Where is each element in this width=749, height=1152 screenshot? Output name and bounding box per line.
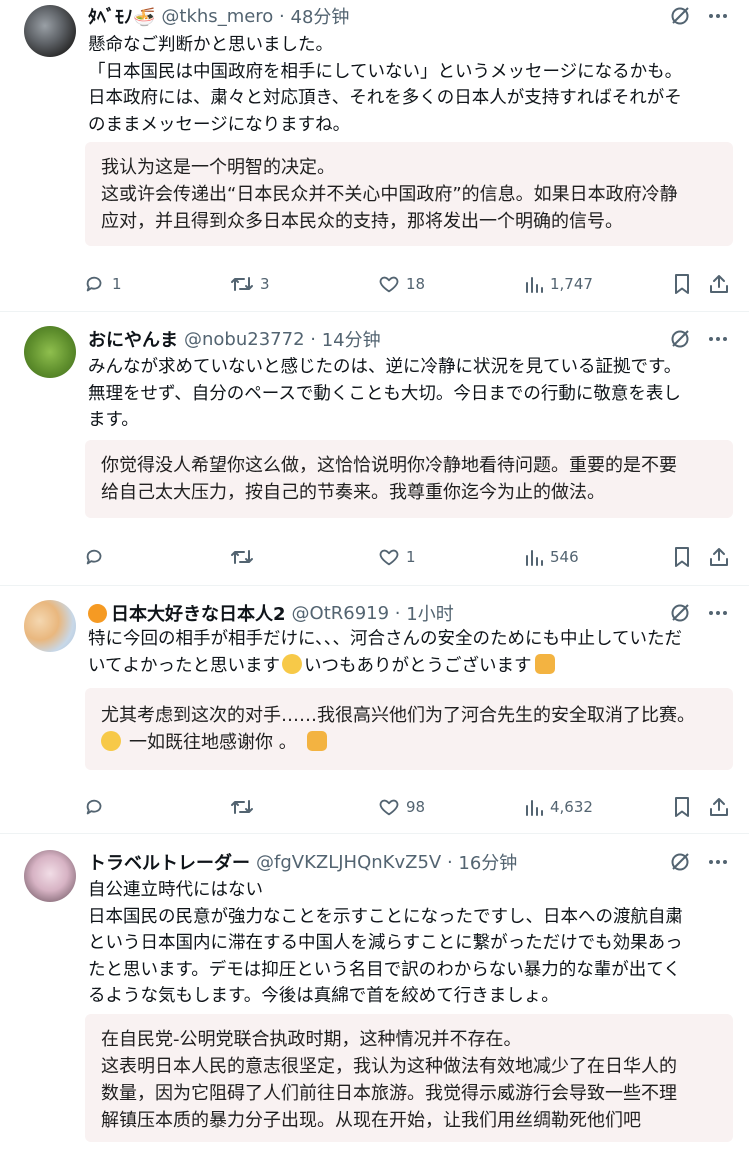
translation-box: 你觉得没人希望你这么做，这恰恰说明你冷静地看待问题。重要的是不要 给自己太大压力… — [85, 440, 733, 518]
folded-hands-emoji — [306, 731, 327, 751]
view-count: 1,747 — [550, 275, 593, 293]
like-count: 1 — [406, 548, 416, 566]
view-count: 4,632 — [550, 798, 593, 816]
retweet-button[interactable] — [230, 546, 254, 568]
grok-icon[interactable] — [669, 328, 691, 350]
retweet-icon — [231, 277, 253, 291]
bookmark-button[interactable] — [672, 273, 692, 295]
timestamp[interactable]: 16分钟 — [458, 849, 517, 875]
avatar[interactable] — [24, 326, 76, 378]
share-icon — [710, 548, 728, 566]
more-options-icon[interactable] — [707, 5, 729, 27]
avatar[interactable] — [24, 850, 76, 902]
tweet-card[interactable]: 日本大好きな日本人2 @OtR6919 · 1小时 特に今回の相手が相手だけに、… — [0, 586, 749, 834]
avatar[interactable] — [24, 5, 76, 57]
retweet-button[interactable]: 3 — [230, 273, 270, 295]
views-button[interactable]: 4,632 — [524, 797, 593, 817]
translation-box: 我认为这是一个明智的决定。 这或许会传递出“日本民众并不关心中国政府”的信息。如… — [85, 142, 733, 246]
share-icon — [710, 275, 728, 293]
share-button[interactable] — [708, 273, 730, 295]
retweet-count: 3 — [260, 275, 270, 293]
separator-dot: · — [441, 851, 459, 873]
bookmark-icon — [675, 797, 689, 817]
translation-box: 尤其考虑到这次的对手……我很高兴他们为了河合先生的安全取消了比赛。 一如既往地感… — [85, 688, 733, 770]
display-name[interactable]: トラベルトレーダー — [88, 849, 250, 875]
like-button[interactable]: 98 — [378, 796, 425, 818]
tweet-text: 懸命なご判断かと思いました。 「日本国民は中国政府を相手にしていない」というメッ… — [88, 35, 683, 135]
views-button[interactable]: 1,747 — [524, 274, 593, 294]
handle[interactable]: @fgVKZLJHQnKvZ5V — [256, 852, 441, 873]
like-count: 18 — [406, 275, 426, 293]
tweet-text: みんなが求めていないと感じたのは、逆に冷静に状況を見ている証拠です。 無理をせず… — [88, 357, 682, 430]
reply-button[interactable]: 1 — [84, 273, 122, 295]
grok-icon[interactable] — [669, 602, 691, 624]
heart-icon — [379, 799, 399, 816]
share-button[interactable] — [708, 546, 730, 568]
view-count: 546 — [550, 548, 579, 566]
retweet-icon — [231, 550, 253, 564]
separator-dot: · — [389, 602, 407, 624]
share-button[interactable] — [708, 796, 730, 818]
pleading-face-emoji — [101, 731, 121, 751]
pleading-face-emoji — [281, 653, 302, 674]
timestamp[interactable]: 1小时 — [406, 600, 453, 626]
handle[interactable]: @nobu23772 — [184, 329, 305, 350]
display-name[interactable]: ﾀﾍﾞﾓﾉ🍜 — [88, 3, 155, 29]
reply-icon — [86, 276, 102, 292]
like-button[interactable]: 1 — [378, 546, 416, 568]
reply-icon — [86, 799, 102, 815]
translation-box: 在自民党-公明党联合执政时期，这种情况并不存在。 这表明日本人民的意志很坚定，我… — [85, 1014, 733, 1142]
more-options-icon[interactable] — [707, 328, 729, 350]
grok-icon[interactable] — [669, 5, 691, 27]
like-count: 98 — [406, 798, 426, 816]
display-name[interactable]: 日本大好きな日本人2 — [111, 600, 286, 626]
display-name[interactable]: おにやんま — [88, 326, 178, 352]
timestamp[interactable]: 48分钟 — [291, 3, 350, 29]
avatar[interactable] — [24, 600, 76, 652]
handle[interactable]: @OtR6919 — [292, 603, 390, 624]
reply-button[interactable] — [84, 546, 106, 568]
like-button[interactable]: 18 — [378, 273, 425, 295]
tweet-text: 特に今回の相手が相手だけに、、、河合さんの安全のためにも中止していただ いてよか… — [88, 629, 682, 676]
retweet-button[interactable] — [230, 796, 254, 818]
share-icon — [710, 798, 728, 816]
bookmark-icon — [675, 274, 689, 294]
reply-button[interactable] — [84, 796, 106, 818]
tweet-card[interactable]: トラベルトレーダー @fgVKZLJHQnKvZ5V · 16分钟 自公連立時代… — [0, 834, 749, 1152]
bookmark-button[interactable] — [672, 546, 692, 568]
timestamp[interactable]: 14分钟 — [322, 326, 381, 352]
bookmark-icon — [675, 547, 689, 567]
analytics-icon — [526, 800, 543, 816]
orange-emoji — [88, 603, 107, 623]
tweet-card[interactable]: ﾀﾍﾞﾓﾉ🍜 @tkhs_mero · 48分钟 懸命なご判断かと思いました。 … — [0, 0, 749, 312]
analytics-icon — [526, 550, 543, 566]
reply-icon — [86, 549, 102, 565]
views-button[interactable]: 546 — [524, 547, 579, 567]
reply-count: 1 — [112, 275, 122, 293]
analytics-icon — [526, 277, 543, 293]
tweet-text: 自公連立時代にはない 日本国民の民意が強力なことを示すことになったですし、日本へ… — [88, 880, 683, 1006]
heart-icon — [379, 276, 399, 293]
separator-dot: · — [273, 5, 291, 27]
more-options-icon[interactable] — [707, 851, 729, 873]
heart-icon — [379, 549, 399, 566]
tweet-card[interactable]: おにやんま @nobu23772 · 14分钟 みんなが求めていないと感じたのは… — [0, 312, 749, 586]
retweet-icon — [231, 800, 253, 814]
bookmark-button[interactable] — [672, 796, 692, 818]
grok-icon[interactable] — [669, 851, 691, 873]
separator-dot: · — [304, 328, 322, 350]
folded-hands-emoji — [535, 653, 556, 674]
handle[interactable]: @tkhs_mero — [161, 6, 273, 27]
more-options-icon[interactable] — [707, 602, 729, 624]
